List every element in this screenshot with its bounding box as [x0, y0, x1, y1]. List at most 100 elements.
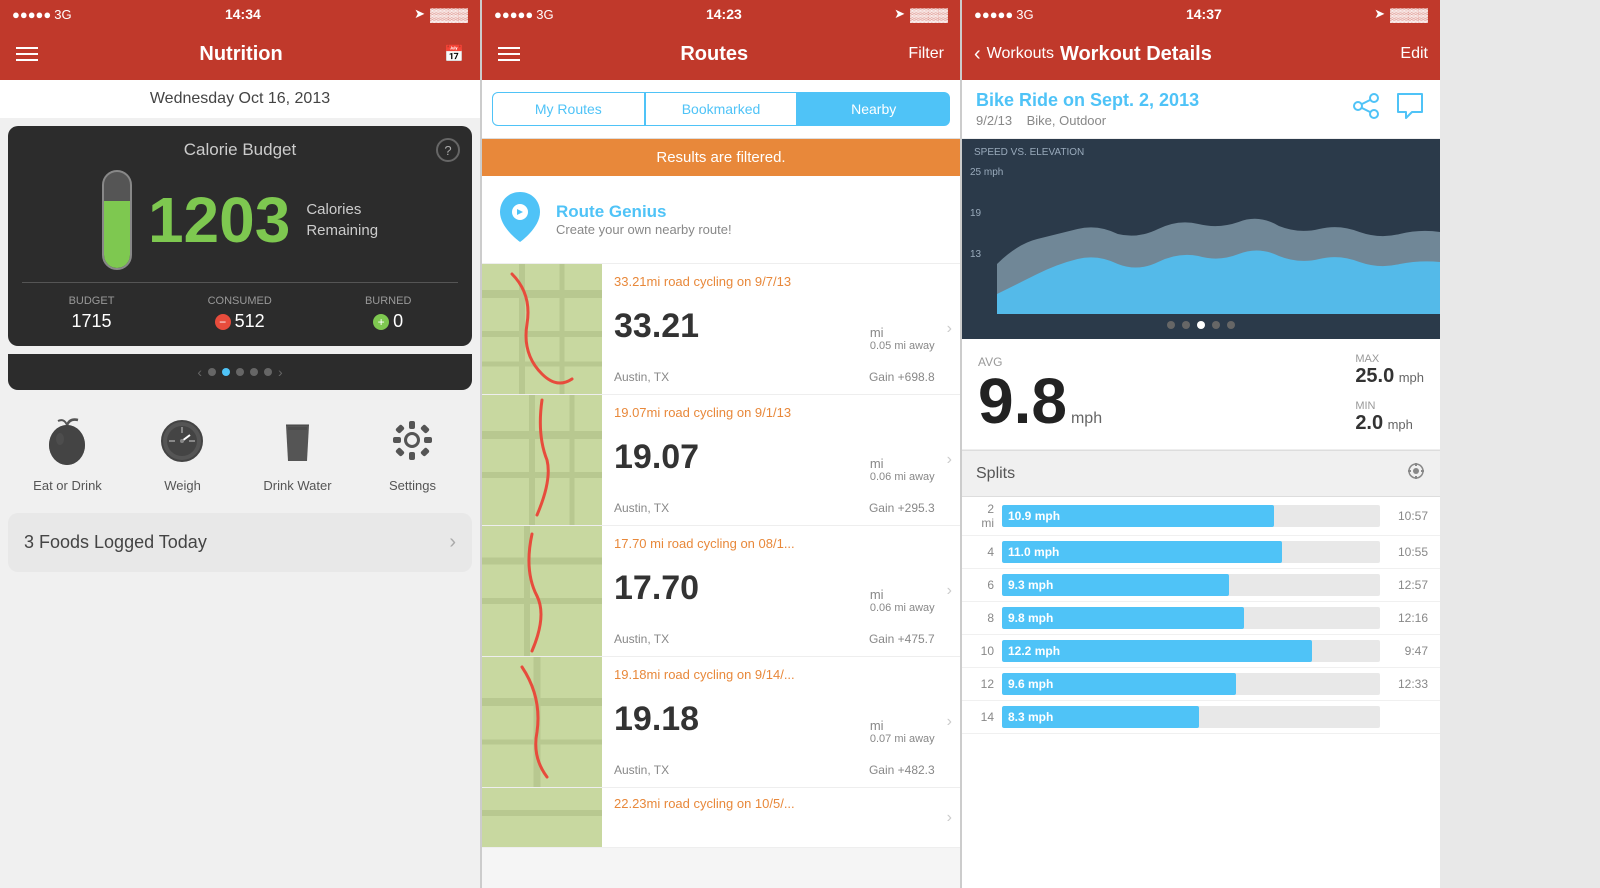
edit-button[interactable]: Edit: [1400, 45, 1428, 63]
route-dist-row-2: 19.07 mi 0.06 mi away: [614, 438, 935, 483]
split-bar-6: 9.6 mph: [1002, 673, 1236, 695]
split-speed-5: 12.2 mph: [1008, 644, 1060, 658]
signal-area-3: ●●●●● 3G: [974, 7, 1034, 22]
nutrition-panel: ●●●●● 3G 14:34 ➤ ▓▓▓▓ Nutrition 📅 Wednes…: [0, 0, 480, 888]
dot-3[interactable]: [236, 368, 244, 376]
routes-menu-button[interactable]: [498, 47, 520, 61]
cup-icon: [268, 410, 328, 470]
routes-title: Routes: [680, 43, 748, 66]
routes-tabs: My Routes Bookmarked Nearby: [482, 80, 960, 139]
split-bar-container-4: 9.8 mph: [1002, 607, 1380, 629]
split-row-5: 10 12.2 mph 9:47: [962, 635, 1440, 668]
foods-logged-chevron: ›: [449, 531, 456, 554]
network-type: 3G: [54, 7, 71, 22]
calorie-bar-fill: [104, 201, 130, 268]
weigh-button[interactable]: Weigh: [138, 410, 228, 493]
carousel-dots: ‹ ›: [8, 354, 472, 390]
max-speed: MAX 25.0 mph: [1355, 353, 1424, 388]
split-bar-4: 9.8 mph: [1002, 607, 1244, 629]
workout-info: Bike Ride on Sept. 2, 2013 9/2/13 Bike, …: [976, 90, 1199, 128]
route-info-2: 19.07mi road cycling on 9/1/13 19.07 mi …: [602, 395, 947, 525]
status-bar-2: ●●●●● 3G 14:23 ➤ ▓▓▓▓: [482, 0, 960, 28]
calorie-number: 1203: [148, 188, 290, 252]
route-meta-1: Austin, TX Gain +698.8: [614, 370, 935, 384]
splits-label: Splits: [976, 465, 1015, 483]
status-bar-1: ●●●●● 3G 14:34 ➤ ▓▓▓▓: [0, 0, 480, 28]
route-dist-row-4: 19.18 mi 0.07 mi away: [614, 700, 935, 745]
route-item-5[interactable]: 22.23mi road cycling on 10/5/... ›: [482, 788, 960, 848]
route-item-4[interactable]: 19.18mi road cycling on 9/14/... 19.18 m…: [482, 657, 960, 788]
apple-icon: [38, 410, 98, 470]
nutrition-header: Nutrition 📅: [0, 28, 480, 80]
carousel-next[interactable]: ›: [278, 364, 283, 380]
split-time-5: 9:47: [1388, 644, 1428, 658]
time-2: 14:23: [706, 6, 742, 22]
route-genius-card[interactable]: Route Genius Create your own nearby rout…: [482, 176, 960, 264]
split-row-3: 6 9.3 mph 12:57: [962, 569, 1440, 602]
split-row-7: 14 8.3 mph: [962, 701, 1440, 734]
route-dist-3: 17.70: [614, 569, 699, 608]
carousel-prev[interactable]: ‹: [197, 364, 202, 380]
menu-button[interactable]: [16, 47, 38, 61]
route-item-1[interactable]: 33.21mi road cycling on 9/7/13 33.21 mi …: [482, 264, 960, 395]
chart-dot-1[interactable]: [1167, 321, 1175, 329]
eat-drink-button[interactable]: Eat or Drink: [23, 410, 113, 493]
calendar-icon[interactable]: 📅: [444, 44, 464, 64]
route-dist-row-3: 17.70 mi 0.06 mi away: [614, 569, 935, 614]
split-mile-5: 10: [974, 644, 994, 658]
route-dist-4: 19.18: [614, 700, 699, 739]
route-item-3[interactable]: 17.70 mi road cycling on 08/1... 17.70 m…: [482, 526, 960, 657]
tab-bookmarked[interactable]: Bookmarked: [645, 92, 798, 126]
filter-banner: Results are filtered.: [482, 139, 960, 176]
route-map-2: [482, 395, 602, 525]
signal-dots: ●●●●●: [12, 7, 51, 22]
max-label: MAX: [1355, 353, 1424, 365]
split-row-6: 12 9.6 mph 12:33: [962, 668, 1440, 701]
dot-2[interactable]: [222, 368, 230, 376]
workout-header: ‹ Workouts Workout Details Edit: [962, 28, 1440, 80]
splits-settings-icon[interactable]: [1406, 461, 1426, 486]
routes-header: Routes Filter: [482, 28, 960, 80]
split-time-6: 12:33: [1388, 677, 1428, 691]
speed-elevation-chart: SPEED VS. ELEVATION 25 mph 19 13: [962, 139, 1440, 339]
split-speed-2: 11.0 mph: [1008, 545, 1059, 559]
chart-dot-3[interactable]: [1197, 321, 1205, 329]
tab-my-routes[interactable]: My Routes: [492, 92, 645, 126]
help-button[interactable]: ?: [436, 138, 460, 162]
dot-5[interactable]: [264, 368, 272, 376]
foods-logged-text: 3 Foods Logged Today: [24, 532, 207, 553]
chart-dot-5[interactable]: [1227, 321, 1235, 329]
route-chevron-2: ›: [947, 395, 960, 525]
drink-water-label: Drink Water: [263, 478, 331, 493]
right-status: ➤ ▓▓▓▓: [414, 6, 468, 22]
split-mile-1: 2 mi: [974, 502, 994, 530]
split-bar-5: 12.2 mph: [1002, 640, 1312, 662]
foods-logged-button[interactable]: 3 Foods Logged Today ›: [8, 513, 472, 572]
settings-button[interactable]: Settings: [368, 410, 458, 493]
chart-dot-2[interactable]: [1182, 321, 1190, 329]
dot-4[interactable]: [250, 368, 258, 376]
filter-button[interactable]: Filter: [908, 45, 944, 63]
route-away-4: mi 0.07 mi away: [870, 718, 935, 745]
route-dist-row-1: 33.21 mi 0.05 mi away: [614, 307, 935, 352]
network-3: 3G: [1016, 7, 1033, 22]
status-time: 14:34: [225, 6, 261, 22]
split-bar-7: 8.3 mph: [1002, 706, 1199, 728]
ride-type: Bike, Outdoor: [1027, 113, 1107, 128]
right-status-3: ➤ ▓▓▓▓: [1374, 6, 1428, 22]
back-button[interactable]: ‹: [974, 43, 981, 66]
battery-icon: ▓▓▓▓: [430, 7, 468, 22]
tab-nearby[interactable]: Nearby: [797, 92, 950, 126]
share-icon[interactable]: [1352, 92, 1380, 126]
avg-unit: mph: [1071, 410, 1102, 428]
split-mile-2: 4: [974, 545, 994, 559]
calorie-budget-card: Calorie Budget ? 1203 CaloriesRemaining …: [8, 126, 472, 346]
route-item-2[interactable]: 19.07mi road cycling on 9/1/13 19.07 mi …: [482, 395, 960, 526]
split-bar-container-1: 10.9 mph: [1002, 505, 1380, 527]
chart-dot-4[interactable]: [1212, 321, 1220, 329]
comment-icon[interactable]: [1394, 90, 1426, 128]
min-value: 2.0: [1355, 412, 1383, 434]
route-info-5: 22.23mi road cycling on 10/5/...: [602, 788, 947, 847]
drink-water-button[interactable]: Drink Water: [253, 410, 343, 493]
dot-1[interactable]: [208, 368, 216, 376]
